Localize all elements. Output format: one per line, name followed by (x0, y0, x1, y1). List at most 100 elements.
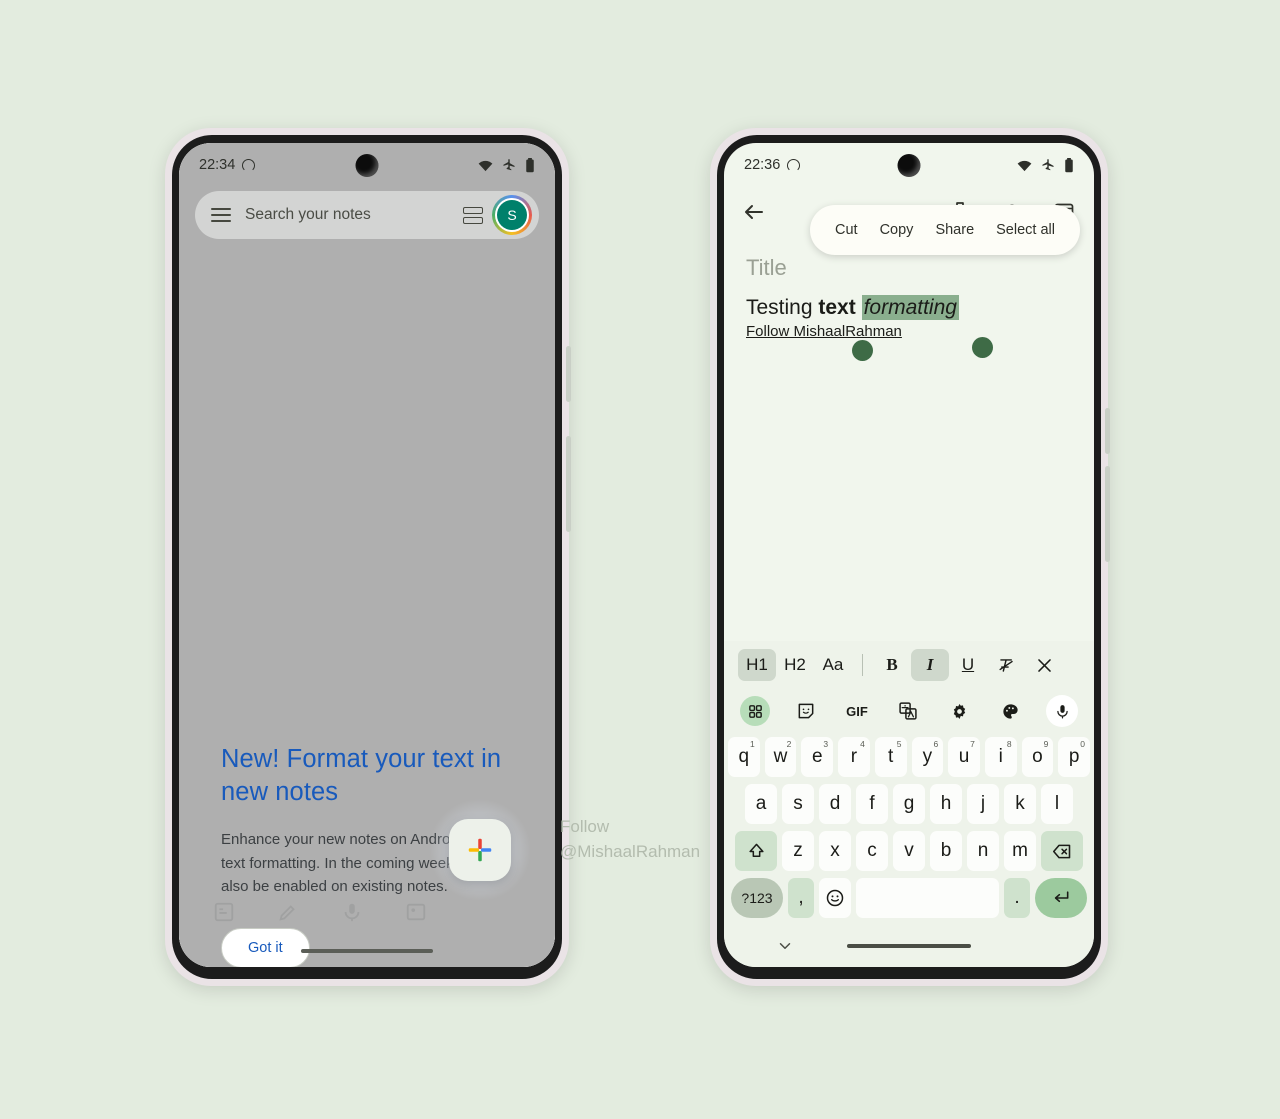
volume-button-right[interactable] (1105, 466, 1110, 562)
key-s[interactable]: s (782, 784, 814, 824)
note-title-input[interactable]: Title (746, 255, 1072, 281)
context-menu-item-share[interactable]: Share (924, 222, 985, 238)
key-g[interactable]: g (893, 784, 925, 824)
gesture-nav-bar-left[interactable] (179, 949, 555, 953)
avatar-letter: S (507, 207, 517, 223)
key-c[interactable]: c (856, 831, 888, 871)
back-arrow-icon[interactable] (742, 200, 766, 224)
context-menu-item-select-all[interactable]: Select all (985, 222, 1066, 238)
hamburger-menu-icon[interactable] (211, 208, 231, 222)
emoji-key[interactable] (819, 878, 851, 918)
battery-icon (526, 157, 534, 172)
key-r[interactable]: 4r (838, 737, 870, 777)
new-list-icon[interactable] (213, 901, 235, 923)
key-q[interactable]: 1q (727, 737, 760, 777)
selection-handle-end[interactable] (972, 337, 993, 358)
key-m[interactable]: m (1004, 831, 1036, 871)
status-bar-left: 22:34 (179, 143, 555, 187)
key-y[interactable]: 6y (911, 737, 944, 777)
period-key[interactable]: . (1004, 878, 1030, 918)
key-w[interactable]: 2w (764, 737, 797, 777)
key-a[interactable]: a (745, 784, 777, 824)
selection-handle-start[interactable] (852, 340, 873, 361)
new-drawing-icon[interactable] (277, 901, 299, 923)
key-t[interactable]: 5t (874, 737, 907, 777)
key-p[interactable]: 0p (1058, 737, 1091, 777)
text-format-toolbar[interactable]: H1 H2 Aa B I U (724, 641, 1094, 689)
phone-bezel-right: 22:36 Cut Copy Share Select all Title Te… (717, 135, 1101, 979)
key-j[interactable]: j (967, 784, 999, 824)
keyboard-row-3: zxcvbnm (728, 831, 1090, 871)
bold-button[interactable]: B (873, 649, 911, 681)
settings-gear-icon[interactable] (944, 696, 974, 726)
underline-button[interactable]: U (949, 649, 987, 681)
enter-key[interactable] (1035, 878, 1087, 918)
clear-formatting-button[interactable] (987, 649, 1025, 681)
space-key[interactable] (856, 878, 999, 918)
do-not-disturb-icon (787, 158, 801, 172)
text-selection-context-menu[interactable]: Cut Copy Share Select all (810, 205, 1080, 255)
wifi-icon (478, 160, 493, 171)
avatar[interactable]: S (492, 195, 532, 235)
italic-button[interactable]: I (911, 649, 949, 681)
phone-bezel-left: 22:34 Search your notes S New! Format yo… (172, 135, 562, 979)
new-recording-icon[interactable] (341, 901, 363, 923)
backspace-key[interactable] (1041, 831, 1083, 871)
search-bar[interactable]: Search your notes S (195, 191, 539, 239)
phone-left: 22:34 Search your notes S New! Format yo… (165, 128, 571, 986)
translate-icon[interactable] (893, 696, 923, 726)
power-button-right[interactable] (1105, 408, 1110, 454)
keyboard-row-2: asdfghjkl (728, 784, 1090, 824)
key-v[interactable]: v (893, 831, 925, 871)
apps-grid-icon[interactable] (740, 696, 770, 726)
context-menu-item-copy[interactable]: Copy (869, 222, 925, 238)
key-n[interactable]: n (967, 831, 999, 871)
status-bar-right-group-right (1017, 157, 1074, 173)
key-u[interactable]: 7u (948, 737, 980, 777)
text-style-button[interactable]: Aa (814, 649, 852, 681)
new-image-icon[interactable] (405, 901, 427, 923)
note-text-bold: text (818, 296, 856, 319)
got-it-button[interactable]: Got it (221, 928, 310, 967)
airplane-mode-icon (503, 159, 515, 171)
key-o[interactable]: 9o (1021, 737, 1054, 777)
status-bar-right: 22:36 (724, 143, 1094, 187)
power-button-left[interactable] (566, 346, 571, 402)
collapse-keyboard-icon[interactable] (776, 937, 794, 955)
note-body[interactable]: Cut Copy Share Select all Title Testing … (724, 205, 1094, 641)
phone-right: 22:36 Cut Copy Share Select all Title Te… (710, 128, 1110, 986)
key-h[interactable]: h (930, 784, 962, 824)
keyboard-tool-row[interactable]: GIF (724, 689, 1094, 733)
heading-1-button[interactable]: H1 (738, 649, 776, 681)
key-k[interactable]: k (1004, 784, 1036, 824)
create-note-fab[interactable] (449, 819, 511, 881)
note-content-text[interactable]: Testing text formatting (746, 295, 1072, 321)
note-subtext[interactable]: Follow MishaalRahman (746, 323, 902, 340)
do-not-disturb-icon (242, 158, 256, 172)
search-input[interactable]: Search your notes (245, 206, 449, 224)
symbols-key[interactable]: ?123 (731, 878, 783, 918)
key-e[interactable]: 3e (801, 737, 834, 777)
close-format-bar-button[interactable] (1025, 649, 1063, 681)
context-menu-item-cut[interactable]: Cut (824, 222, 869, 238)
note-text-selected[interactable]: formatting (861, 295, 959, 320)
plus-icon (468, 838, 492, 862)
key-d[interactable]: d (819, 784, 851, 824)
key-f[interactable]: f (856, 784, 888, 824)
microphone-icon[interactable] (1046, 695, 1078, 727)
gesture-nav-bar-right[interactable] (847, 944, 971, 948)
keyboard[interactable]: 1q2w3e4r5t6y7u8i9o0p asdfghjkl zxcvbnm ?… (724, 733, 1094, 967)
comma-key[interactable]: , (788, 878, 814, 918)
gif-icon[interactable]: GIF (842, 696, 872, 726)
list-view-toggle-icon[interactable] (463, 206, 483, 224)
theme-palette-icon[interactable] (995, 696, 1025, 726)
volume-button-left[interactable] (566, 436, 571, 532)
shift-key[interactable] (735, 831, 777, 871)
key-z[interactable]: z (782, 831, 814, 871)
heading-2-button[interactable]: H2 (776, 649, 814, 681)
key-l[interactable]: l (1041, 784, 1073, 824)
sticker-icon[interactable] (791, 696, 821, 726)
key-x[interactable]: x (819, 831, 851, 871)
key-b[interactable]: b (930, 831, 962, 871)
key-i[interactable]: 8i (984, 737, 1017, 777)
